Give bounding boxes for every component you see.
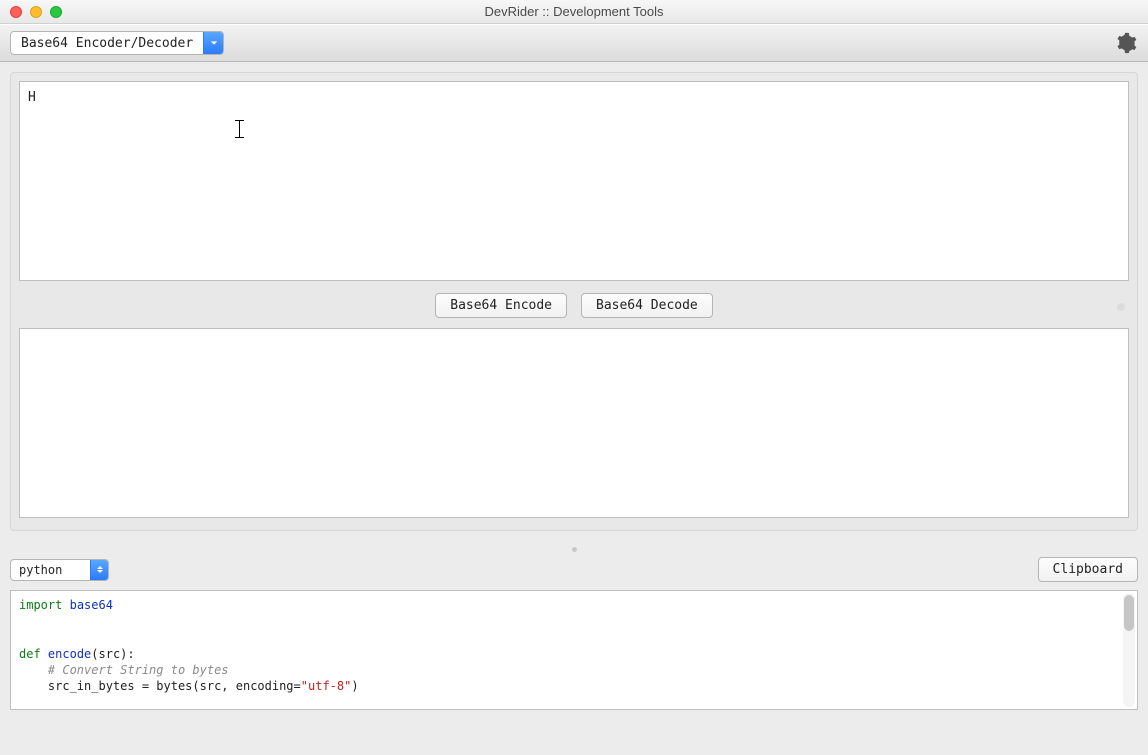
chevron-down-icon xyxy=(210,39,218,47)
code-scrollbar[interactable] xyxy=(1123,593,1135,707)
minimize-window-button[interactable] xyxy=(30,6,42,18)
clipboard-button[interactable]: Clipboard xyxy=(1038,557,1138,582)
language-selector-value: python xyxy=(11,560,90,580)
window-title: DevRider :: Development Tools xyxy=(0,4,1148,19)
language-selector[interactable]: python xyxy=(10,559,109,581)
chevron-up-icon xyxy=(97,566,103,569)
main-content: Base64 Encode Base64 Decode xyxy=(0,62,1148,553)
output-textarea[interactable] xyxy=(19,328,1129,518)
fullscreen-window-button[interactable] xyxy=(50,6,62,18)
decode-button[interactable]: Base64 Decode xyxy=(581,293,713,318)
encode-button[interactable]: Base64 Encode xyxy=(435,293,567,318)
lower-bar: python Clipboard xyxy=(0,553,1148,590)
close-window-button[interactable] xyxy=(10,6,22,18)
toolbar: Base64 Encoder/Decoder xyxy=(0,24,1148,62)
settings-button[interactable] xyxy=(1114,31,1138,55)
code-snippet-panel: import base64 def encode(src): # Convert… xyxy=(10,590,1138,710)
vertical-splitter[interactable] xyxy=(10,537,1138,543)
input-textarea[interactable] xyxy=(19,81,1129,281)
tool-selector[interactable]: Base64 Encoder/Decoder xyxy=(10,31,224,55)
encoder-panel: Base64 Encode Base64 Decode xyxy=(10,72,1138,531)
tool-selector-value: Base64 Encoder/Decoder xyxy=(11,32,203,54)
window-controls xyxy=(0,6,62,18)
chevron-down-icon xyxy=(97,570,103,573)
action-button-row: Base64 Encode Base64 Decode xyxy=(19,285,1129,328)
titlebar: DevRider :: Development Tools xyxy=(0,0,1148,24)
tool-selector-dropdown-button[interactable] xyxy=(203,32,223,54)
code-snippet-text[interactable]: import base64 def encode(src): # Convert… xyxy=(11,591,1137,710)
language-selector-dropdown-button[interactable] xyxy=(90,560,108,580)
status-indicator xyxy=(1117,303,1125,311)
code-scrollbar-thumb[interactable] xyxy=(1124,595,1134,631)
input-area-wrap xyxy=(19,81,1129,285)
gear-icon xyxy=(1115,32,1137,54)
